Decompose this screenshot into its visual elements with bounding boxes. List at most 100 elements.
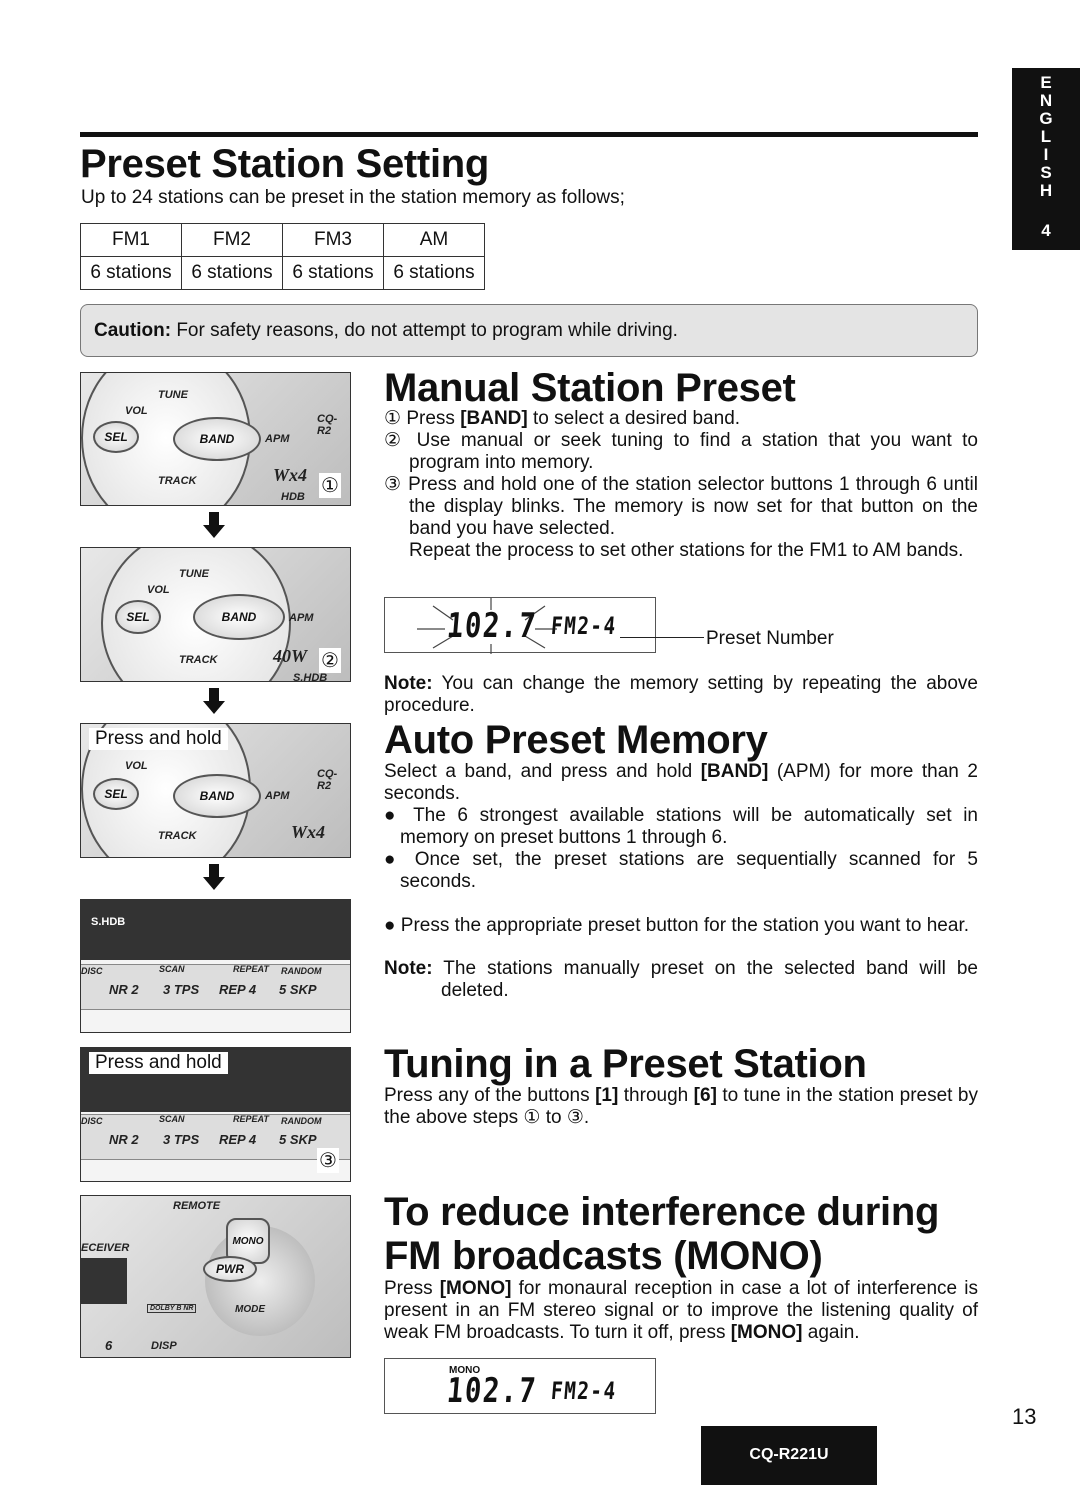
label: VOL <box>147 584 170 596</box>
sel-button: SEL <box>93 778 139 810</box>
tab-letter: N <box>1039 91 1053 110</box>
section-rule <box>80 132 978 137</box>
table-header: AM <box>383 223 485 257</box>
illustration-band-hold: SEL BAND VOL APM TRACK CQ-R2 Wx4 Press a… <box>80 723 351 858</box>
tab-letter: G <box>1039 109 1053 128</box>
step-marker: ① <box>319 473 341 498</box>
label: REMOTE <box>173 1200 221 1212</box>
illustration-preset-hold: Press and hold DISC SCAN REPEAT RANDOM N… <box>80 1047 351 1182</box>
bullet-item: ● The 6 strongest available stations wil… <box>384 805 978 848</box>
dolby-logo: DOLBY B NR <box>147 1304 197 1313</box>
label: CQ-R2 <box>317 768 338 792</box>
label: DISC <box>81 966 103 976</box>
label: RANDOM <box>281 966 322 976</box>
tab-letter: E <box>1040 73 1052 92</box>
pwr-button: PWR <box>203 1256 257 1282</box>
label: S.HDB <box>293 672 328 682</box>
label: VOL <box>125 405 148 417</box>
mode-button: MODE <box>235 1304 265 1315</box>
illustration-mono-press: REMOTE MONO ECEIVER PWR DOLBY B NR MODE … <box>80 1195 351 1358</box>
frequency-readout: 102.7 <box>445 1371 539 1411</box>
skp5-button: 5 SKP <box>279 1132 317 1147</box>
frequency-readout: 102.7 <box>445 606 539 646</box>
label: SCAN <box>159 964 185 974</box>
tuning-body: Press any of the buttons [1] through [6]… <box>384 1085 978 1128</box>
band-preset-readout: FM2-4 <box>549 1377 618 1405</box>
illustration-track-press: SEL BAND TUNE VOL APM TRACK 40W S.HDB ② <box>80 547 351 682</box>
tab-letter: H <box>1039 181 1053 200</box>
language-tab: E N G L I S H 4 <box>1012 68 1080 250</box>
label: TRACK <box>179 654 218 666</box>
caution-text: For safety reasons, do not attempt to pr… <box>171 320 678 341</box>
label: TRACK <box>158 830 197 842</box>
table-header-row: FM1 FM2 FM3 AM <box>80 223 485 257</box>
table-header: FM3 <box>282 223 384 257</box>
manual-note: Note: You can change the memory setting … <box>384 673 978 716</box>
callout-line <box>620 637 704 638</box>
label: REPEAT <box>233 964 269 974</box>
table-cell: 6 stations <box>282 256 384 290</box>
step-1: ① Press [BAND] to select a desired band. <box>384 408 741 429</box>
model-number: CQ-R221U <box>701 1426 877 1485</box>
label: RANDOM <box>281 1116 322 1126</box>
label: DISC <box>81 1116 103 1126</box>
preset-number-callout: Preset Number <box>706 628 834 649</box>
label: REPEAT <box>233 1114 269 1124</box>
label: APM <box>265 433 290 445</box>
page-number: 13 <box>1012 1404 1037 1429</box>
band-button: BAND <box>173 417 261 461</box>
label: SCAN <box>159 1114 185 1124</box>
down-arrow-icon <box>203 688 225 714</box>
section-title-tuning: Tuning in a Preset Station <box>384 1042 867 1086</box>
sel-button: SEL <box>115 600 161 634</box>
table-cell: 6 stations <box>80 256 182 290</box>
skp5-button: 5 SKP <box>279 982 317 997</box>
caution-label: Caution: <box>94 320 172 341</box>
band-preset-readout: FM2-4 <box>549 612 618 640</box>
label: S.HDB <box>91 916 126 928</box>
step-3: ③ Press and hold one of the station sele… <box>384 474 978 539</box>
lcd-display-blinking: 102.7 FM2-4 <box>384 597 656 654</box>
down-arrow-icon <box>203 512 225 538</box>
label: ECEIVER <box>81 1242 130 1254</box>
intro-text: Up to 24 stations can be preset in the s… <box>81 187 625 208</box>
caution-box: Caution: For safety reasons, do not atte… <box>80 304 978 357</box>
label: TRACK <box>158 475 197 487</box>
sel-button: SEL <box>93 421 139 453</box>
table-row: 6 stations 6 stations 6 stations 6 stati… <box>80 256 485 290</box>
table-cell: 6 stations <box>383 256 485 290</box>
label: TUNE <box>158 389 188 401</box>
manual-steps: ① Press [BAND] to select a desired band.… <box>384 408 978 562</box>
step-marker: ③ <box>317 1148 339 1173</box>
preset-6-button: 6 <box>105 1338 113 1353</box>
illustration-preset-press: S.HDB DISC SCAN REPEAT RANDOM NR 2 3 TPS… <box>80 899 351 1033</box>
auto-body: Select a band, and press and hold [BAND]… <box>384 761 978 1001</box>
page-title: Preset Station Setting <box>80 142 490 186</box>
label: Wx4 <box>291 822 326 842</box>
disp-button: DISP <box>151 1340 177 1352</box>
auto-note: Note: The stations manually preset on th… <box>384 958 978 1001</box>
rep4-button: REP 4 <box>219 982 257 997</box>
tab-number: 4 <box>1041 221 1051 240</box>
lcd-display-mono: MONO 102.7 FM2-4 <box>384 1358 656 1414</box>
bullet-item: ● Once set, the preset stations are sequ… <box>384 849 978 892</box>
nr2-button: NR 2 <box>109 1132 139 1147</box>
section-title-manual: Manual Station Preset <box>384 366 796 410</box>
label: TUNE <box>179 568 209 580</box>
label: HDB <box>281 491 305 503</box>
preset-table: FM1 FM2 FM3 AM 6 stations 6 stations 6 s… <box>80 223 485 290</box>
press-and-hold-label: Press and hold <box>89 728 228 750</box>
tab-letter: S <box>1040 163 1052 182</box>
band-button: BAND <box>193 594 285 640</box>
label: CQ-R2 <box>317 413 338 437</box>
tab-letter: I <box>1043 145 1049 164</box>
rep4-button: REP 4 <box>219 1132 257 1147</box>
band-button: BAND <box>173 774 261 818</box>
table-header: FM1 <box>80 223 182 257</box>
mono-body: Press [MONO] for monaural reception in c… <box>384 1278 978 1343</box>
press-and-hold-label: Press and hold <box>89 1052 228 1074</box>
section-title-mono: To reduce interference during FM broadcas… <box>384 1190 940 1278</box>
table-cell: 6 stations <box>181 256 283 290</box>
label: APM <box>289 612 314 624</box>
illustration-band-press: SEL BAND TUNE VOL APM TRACK CQ-R2 Wx4 HD… <box>80 372 351 506</box>
